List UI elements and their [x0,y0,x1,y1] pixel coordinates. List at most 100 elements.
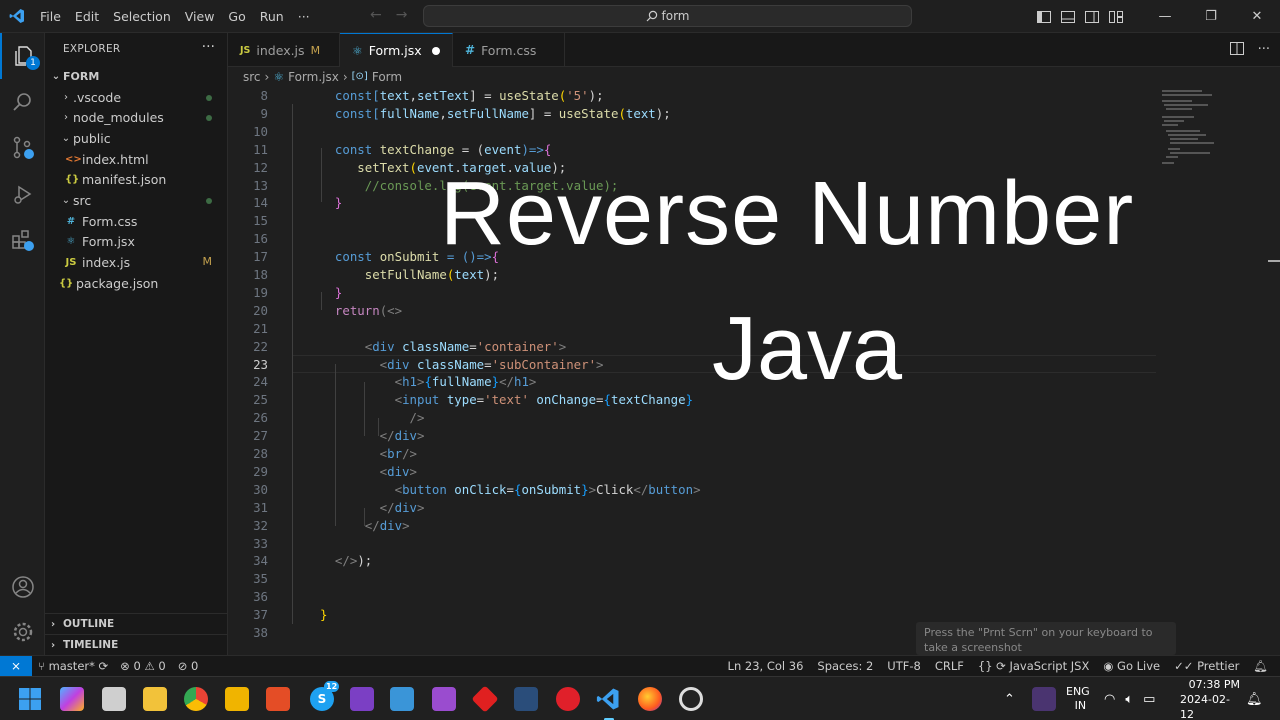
tree-item-index-js[interactable]: JS index.js M [45,252,228,273]
back-arrow-icon[interactable]: ← [370,7,382,23]
store-icon[interactable] [390,687,414,711]
code-line[interactable]: 35 [228,570,1280,588]
breadcrumb-file[interactable]: Form.jsx [288,70,339,84]
command-center-search[interactable]: form [423,5,912,27]
firefox-icon[interactable] [638,687,662,711]
search-activity[interactable] [0,79,45,125]
toggle-panel-icon[interactable] [1056,0,1080,33]
cursor-position[interactable]: Ln 23, Col 36 [728,659,804,673]
game-app-icon[interactable] [556,687,580,711]
code-line[interactable]: 8 const[text,setText] = useState('5'); [228,87,1280,105]
more-actions-icon[interactable]: ··· [1258,42,1270,57]
obs-icon[interactable] [679,687,703,711]
code-line[interactable]: 27 </div> [228,427,1280,445]
code-line[interactable]: 18 setFullName(text); [228,266,1280,284]
breadcrumb-symbol[interactable]: Form [372,70,402,84]
visual-studio-icon[interactable] [432,687,456,711]
ports-status[interactable]: ⊘ 0 [178,659,199,673]
tree-item-package-json[interactable]: {} package.json [45,273,228,294]
encoding[interactable]: UTF-8 [887,659,921,673]
restore-button[interactable]: ❐ [1188,0,1234,33]
unsaved-dot-icon[interactable] [432,47,440,55]
clock[interactable]: 07:38 PM 2024-02-12 [1180,677,1240,720]
customize-layout-icon[interactable] [1104,0,1128,33]
notifications-bell-icon[interactable]: 🔔︎ [1253,659,1268,673]
menu-go[interactable]: Go [221,9,252,24]
minimize-button[interactable]: — [1142,0,1188,33]
code-line[interactable]: 33 [228,535,1280,553]
tree-item-manifest-json[interactable]: {} manifest.json [45,169,228,190]
accounts-activity[interactable] [0,564,45,610]
code-line[interactable]: 29 <div> [228,463,1280,481]
code-line[interactable]: 34 </>); [228,552,1280,570]
toggle-secondary-sidebar-icon[interactable] [1080,0,1104,33]
input-language[interactable]: ENG IN [1066,677,1090,720]
prettier-status[interactable]: ✓✓ Prettier [1174,659,1239,673]
tree-item--vscode[interactable]: › .vscode [45,87,228,108]
language-mode[interactable]: {} ⟳ JavaScript JSX [978,659,1089,673]
windows-start-icon[interactable] [18,687,42,711]
code-line[interactable]: 36 [228,588,1280,606]
menu-selection[interactable]: Selection [106,9,178,24]
toggle-primary-sidebar-icon[interactable] [1032,0,1056,33]
line-ending[interactable]: CRLF [935,659,964,673]
tray-overflow-icon[interactable]: ⌃ [1004,677,1015,720]
code-line[interactable]: 31 </div> [228,499,1280,517]
tree-item-node-modules[interactable]: › node_modules [45,107,228,128]
task-view-icon[interactable] [102,687,126,711]
close-button[interactable]: ✕ [1234,0,1280,33]
copilot-icon[interactable] [60,687,84,711]
extensions-activity[interactable] [0,217,45,263]
tree-item-public[interactable]: ⌄ public [45,128,228,149]
tree-item-index-html[interactable]: <> index.html [45,149,228,170]
outline-section[interactable]: › OUTLINE [45,613,228,634]
minimap[interactable] [1156,86,1266,186]
code-line[interactable]: 30 <button onClick={onSubmit}>Click</but… [228,481,1280,499]
source-control-activity[interactable] [0,125,45,171]
code-line[interactable]: 10 [228,123,1280,141]
code-line[interactable]: 9 const[fullName,setFullName] = useState… [228,105,1280,123]
menu-view[interactable]: View [178,9,222,24]
tree-item-form-css[interactable]: # Form.css [45,211,228,232]
pen-app-icon[interactable] [1032,687,1056,711]
menu-run[interactable]: Run [253,9,291,24]
file-explorer-icon[interactable] [225,687,249,711]
vscode-taskbar-icon[interactable] [596,687,620,711]
tree-item-src[interactable]: ⌄ src [45,190,228,211]
breadcrumb-src[interactable]: src [243,70,261,84]
run-debug-activity[interactable] [0,171,45,217]
code-line[interactable]: 11 const textChange = (event)=>{ [228,141,1280,159]
indentation[interactable]: Spaces: 2 [817,659,873,673]
more-actions-icon[interactable]: ··· [202,39,215,55]
git-app-icon[interactable] [471,685,499,713]
skype-icon[interactable]: S 12 [310,681,340,711]
branch-status[interactable]: ⑂ master* ⟳ [38,659,108,673]
line-number: 14 [253,195,268,211]
code-line[interactable]: 26 /> [228,409,1280,427]
tab-index-js[interactable]: JS index.js M [228,33,340,67]
system-icons[interactable]: ◠ 🔈︎ ▭ [1104,677,1155,720]
widgets-icon[interactable] [143,687,167,711]
tab-form-jsx[interactable]: ⚛ Form.jsx [340,33,453,67]
menu-more[interactable]: ··· [291,9,317,24]
manage-activity[interactable] [0,609,45,655]
timeline-section[interactable]: › TIMELINE [45,634,228,655]
html5-app-icon[interactable] [266,687,290,711]
remote-indicator-icon[interactable]: ⨯ [0,656,32,676]
tree-item-form-jsx[interactable]: ⚛ Form.jsx [45,232,228,253]
snipping-tool-icon[interactable] [514,687,538,711]
problems-status[interactable]: ⊗ 0 ⚠ 0 [120,659,166,673]
notification-bell-icon[interactable]: 🔔︎ [1246,677,1263,720]
split-editor-icon[interactable] [1229,42,1244,55]
menu-file[interactable]: File [33,9,68,24]
forward-arrow-icon[interactable]: → [396,7,408,23]
tab-form-css[interactable]: # Form.css [453,33,565,67]
visual-studio-preview-icon[interactable] [350,687,374,711]
code-line[interactable]: 32 </div> [228,517,1280,535]
chrome-icon[interactable] [184,687,208,711]
explorer-activity[interactable]: 1 [0,33,45,79]
code-line[interactable]: 28 <br/> [228,445,1280,463]
workspace-root[interactable]: ⌄ FORM [45,66,228,87]
go-live-button[interactable]: ◉ Go Live [1103,659,1160,673]
menu-edit[interactable]: Edit [68,9,106,24]
